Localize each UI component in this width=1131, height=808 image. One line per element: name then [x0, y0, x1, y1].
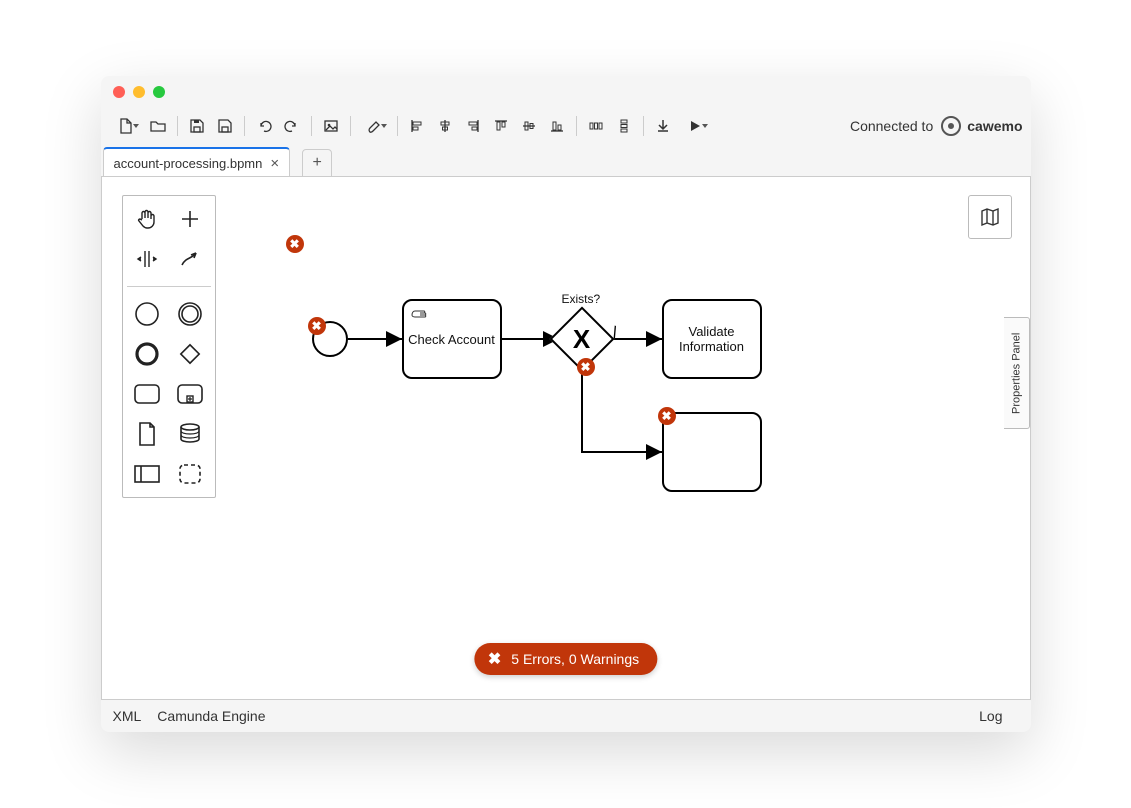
error-marker[interactable]: ✖	[577, 358, 595, 376]
toolbar-separator	[311, 116, 312, 136]
main-toolbar: Connected to cawemo	[101, 108, 1031, 144]
align-bottom-button[interactable]	[544, 113, 570, 139]
toolbar-separator	[397, 116, 398, 136]
toolbar-separator	[643, 116, 644, 136]
error-marker[interactable]: ✖	[308, 317, 326, 335]
redo-button[interactable]	[279, 113, 305, 139]
manual-task-icon	[410, 307, 428, 321]
sequence-flows	[102, 177, 1002, 677]
exclusive-gateway-shape[interactable]: X	[559, 316, 605, 362]
task-empty[interactable]	[662, 412, 762, 492]
cawemo-brand: cawemo	[967, 118, 1022, 134]
gateway-label: Exists?	[562, 292, 601, 306]
task-label: Check Account	[408, 332, 495, 347]
align-left-button[interactable]	[404, 113, 430, 139]
cawemo-logo-icon	[941, 116, 961, 136]
toolbar-separator	[350, 116, 351, 136]
file-tab-name: account-processing.bpmn	[114, 156, 263, 171]
app-window: Connected to cawemo account-processing.b…	[101, 76, 1031, 732]
toolbar-separator	[177, 116, 178, 136]
error-marker[interactable]: ✖	[286, 235, 304, 253]
editor-tabs: account-processing.bpmn × +	[101, 144, 1031, 176]
open-file-button[interactable]	[145, 113, 171, 139]
task-label: Validate Information	[668, 324, 756, 354]
properties-panel-toggle[interactable]: Properties Panel	[1004, 317, 1030, 429]
start-instance-button[interactable]	[678, 113, 712, 139]
task-validate-information[interactable]: Validate Information	[662, 299, 762, 379]
new-file-button[interactable]	[109, 113, 143, 139]
save-as-button[interactable]	[212, 113, 238, 139]
align-right-button[interactable]	[460, 113, 486, 139]
lint-errors-text: 5 Errors, 0 Warnings	[511, 651, 639, 667]
xml-tab[interactable]: XML	[113, 708, 142, 724]
window-close-button[interactable]	[113, 86, 125, 98]
modeler-canvas[interactable]: Properties Panel ✖	[101, 176, 1031, 700]
error-marker[interactable]: ✖	[658, 407, 676, 425]
gateway-marker: X	[559, 316, 605, 362]
export-image-button[interactable]	[318, 113, 344, 139]
distribute-horizontal-button[interactable]	[583, 113, 609, 139]
close-tab-button[interactable]: ×	[270, 156, 279, 171]
window-titlebar	[101, 76, 1031, 108]
new-tab-button[interactable]: +	[302, 149, 332, 177]
align-middle-button[interactable]	[516, 113, 542, 139]
window-minimize-button[interactable]	[133, 86, 145, 98]
undo-button[interactable]	[251, 113, 277, 139]
color-picker-button[interactable]	[357, 113, 391, 139]
distribute-vertical-button[interactable]	[611, 113, 637, 139]
log-tab[interactable]: Log	[979, 708, 1002, 724]
window-maximize-button[interactable]	[153, 86, 165, 98]
cawemo-link[interactable]: cawemo	[941, 116, 1022, 136]
error-icon: ✖	[488, 649, 501, 669]
file-tab[interactable]: account-processing.bpmn ×	[103, 147, 291, 177]
deploy-button[interactable]	[650, 113, 676, 139]
toolbar-separator	[576, 116, 577, 136]
task-check-account[interactable]: Check Account	[402, 299, 502, 379]
align-top-button[interactable]	[488, 113, 514, 139]
status-bar: XML Camunda Engine Log	[101, 700, 1031, 732]
save-button[interactable]	[184, 113, 210, 139]
engine-tab[interactable]: Camunda Engine	[157, 708, 265, 724]
toolbar-separator	[244, 116, 245, 136]
connect-label: Connected to	[850, 118, 933, 134]
align-center-button[interactable]	[432, 113, 458, 139]
lint-errors-pill[interactable]: ✖ 5 Errors, 0 Warnings	[474, 643, 657, 675]
